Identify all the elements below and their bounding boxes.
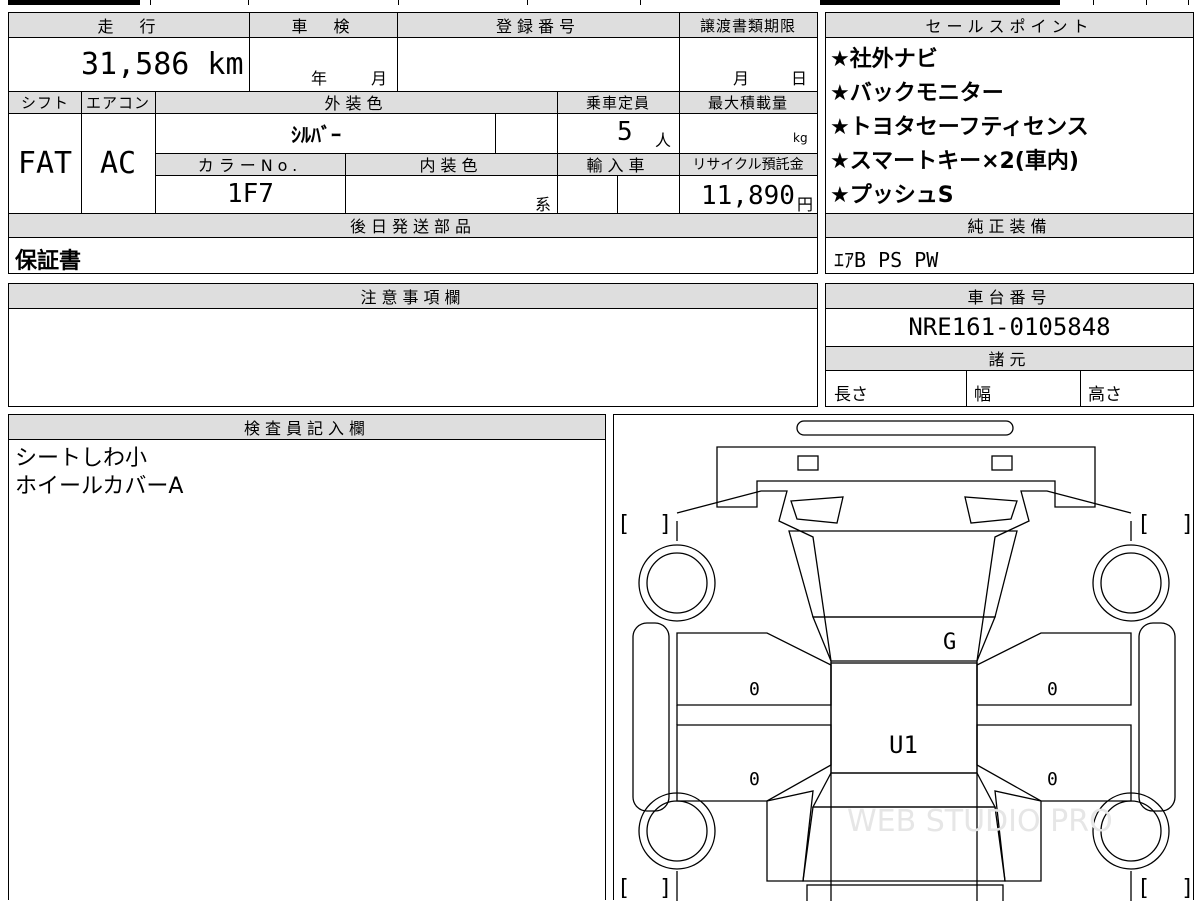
watermark: WEB STUDIO PRO — [847, 804, 1113, 839]
sales-point-item: ★バックモニター — [830, 81, 1004, 106]
standard-equipment-value: ｴｱB PS PW — [834, 248, 939, 272]
bracket-rear-right-open: [ — [1137, 876, 1150, 901]
mark-hood: G — [943, 630, 956, 655]
specs-label: 諸元 — [826, 346, 1193, 370]
headlight-left — [790, 496, 844, 524]
mark-left-front-door: 0 — [749, 679, 760, 700]
later-parts-label: 後日発送部品 — [9, 213, 817, 237]
mark-left-rear-door: 0 — [749, 769, 760, 790]
color-number-value: 1F7 — [227, 179, 274, 209]
transfer-day-unit: 日 — [791, 69, 808, 88]
shift-value: FAT — [17, 145, 73, 181]
mark-right-rear-door: 0 — [1047, 769, 1058, 790]
inspection-month-unit: 月 — [371, 69, 388, 88]
import-label: 輸入車 — [557, 153, 679, 175]
interior-color-suffix: 系 — [535, 195, 552, 214]
recycle-fee-value: 11,890 — [701, 181, 795, 211]
sales-points-panel: セールスポイント ★社外ナビ ★バックモニター ★トヨタセーフティセンス ★スマ… — [825, 12, 1194, 274]
color-number-label: カラーNo. — [155, 153, 345, 175]
interior-color-label: 内装色 — [345, 153, 557, 175]
inspector-note: ホイールカバーA — [15, 474, 184, 499]
mark-right-front-door: 0 — [1047, 679, 1058, 700]
rear-window — [811, 772, 997, 808]
transfer-deadline-label: 譲渡書類期限 — [679, 13, 817, 37]
right-rocker — [1138, 622, 1176, 812]
front-light-left — [797, 455, 819, 471]
wheel-rear-left-inner — [646, 800, 708, 862]
sales-point-item: ★スマートキー×2(車内) — [830, 149, 1079, 174]
standard-equipment-label: 純正装備 — [826, 213, 1193, 237]
inspector-label: 検査員記入欄 — [9, 415, 605, 439]
shift-label: シフト — [9, 91, 81, 113]
car-diagram-panel: [ ] [ ] [ ] [ ] G U1 0 0 0 0 WEB STUDIO … — [613, 414, 1194, 901]
sales-points-label: セールスポイント — [826, 13, 1193, 37]
sales-point-item: ★プッシュS — [830, 183, 954, 208]
notes-label: 注意事項欄 — [9, 284, 817, 308]
height-label: 高さ — [1088, 385, 1122, 405]
capacity-label: 乗車定員 — [557, 91, 679, 113]
car-diagram: [ ] [ ] [ ] [ ] G U1 0 0 0 0 WEB STUDIO … — [617, 420, 1193, 901]
aircon-label: エアコン — [81, 91, 155, 113]
left-quarter — [766, 790, 814, 882]
left-rocker — [632, 622, 670, 812]
wheel-front-left-inner — [646, 552, 708, 614]
bracket-rear-left-open: [ — [617, 876, 630, 901]
wheel-front-left — [638, 544, 716, 622]
bracket-rear-right-close: ] — [1181, 876, 1193, 901]
inspection-year-unit: 年 — [311, 69, 328, 88]
max-load-label: 最大積載量 — [679, 91, 817, 113]
bracket-front-right-open: [ — [1137, 512, 1150, 537]
length-label: 長さ — [834, 385, 868, 405]
exterior-color-value: ｼﾙﾊﾞｰ — [291, 123, 341, 147]
aircon-value: AC — [99, 145, 137, 181]
notes-panel: 注意事項欄 — [8, 283, 818, 407]
mark-roof: U1 — [889, 731, 918, 759]
recycle-fee-unit: 円 — [797, 195, 814, 214]
bracket-front-right-close: ] — [1181, 512, 1193, 537]
mileage-value: 31,586 km — [81, 47, 244, 82]
front-light-right — [991, 455, 1013, 471]
bracket-front-left-open: [ — [617, 512, 630, 537]
bracket-front-left-close: ] — [659, 512, 672, 537]
registration-label: 登録番号 — [397, 13, 679, 37]
chassis-panel: 車台番号 NRE161-0105848 諸元 長さ 幅 高さ — [825, 283, 1194, 407]
dark-tab — [8, 0, 140, 5]
transfer-month-unit: 月 — [733, 69, 750, 88]
max-load-unit: kg — [793, 131, 808, 145]
headlight-right — [964, 496, 1018, 524]
capacity-unit: 人 — [655, 131, 672, 150]
wheel-front-right — [1092, 544, 1170, 622]
sales-point-item: ★トヨタセーフティセンス — [830, 115, 1089, 140]
bracket-rear-left-close: ] — [659, 876, 672, 901]
windshield — [812, 616, 996, 662]
chassis-number-value: NRE161-0105848 — [908, 313, 1111, 341]
exterior-color-label: 外装色 — [155, 91, 557, 113]
front-panel — [716, 446, 1096, 508]
vehicle-info-panel: 走 行 車 検 登録番号 譲渡書類期限 31,586 km 年 月 月 日 シフ… — [8, 12, 818, 274]
wheel-front-right-inner — [1100, 552, 1162, 614]
chassis-number-label: 車台番号 — [826, 284, 1193, 308]
wheel-rear-left — [638, 792, 716, 870]
later-parts-value: 保証書 — [15, 249, 82, 274]
inspection-label: 車 検 — [249, 13, 397, 37]
rear-bumper — [806, 884, 1004, 901]
width-label: 幅 — [974, 385, 991, 405]
front-bumper — [796, 420, 1014, 436]
recycle-fee-label: リサイクル預託金 — [679, 153, 817, 175]
sales-point-item: ★社外ナビ — [830, 47, 938, 72]
top-strip — [0, 0, 1200, 6]
mileage-label: 走 行 — [9, 13, 249, 37]
capacity-value: 5 — [617, 117, 633, 147]
inspector-panel: 検査員記入欄 シートしわ小 ホイールカバーA — [8, 414, 606, 900]
inspector-notes: シートしわ小 ホイールカバーA — [15, 445, 183, 501]
inspector-note: シートしわ小 — [15, 446, 148, 471]
sales-points-list: ★社外ナビ ★バックモニター ★トヨタセーフティセンス ★スマートキー×2(車内… — [830, 43, 1089, 213]
